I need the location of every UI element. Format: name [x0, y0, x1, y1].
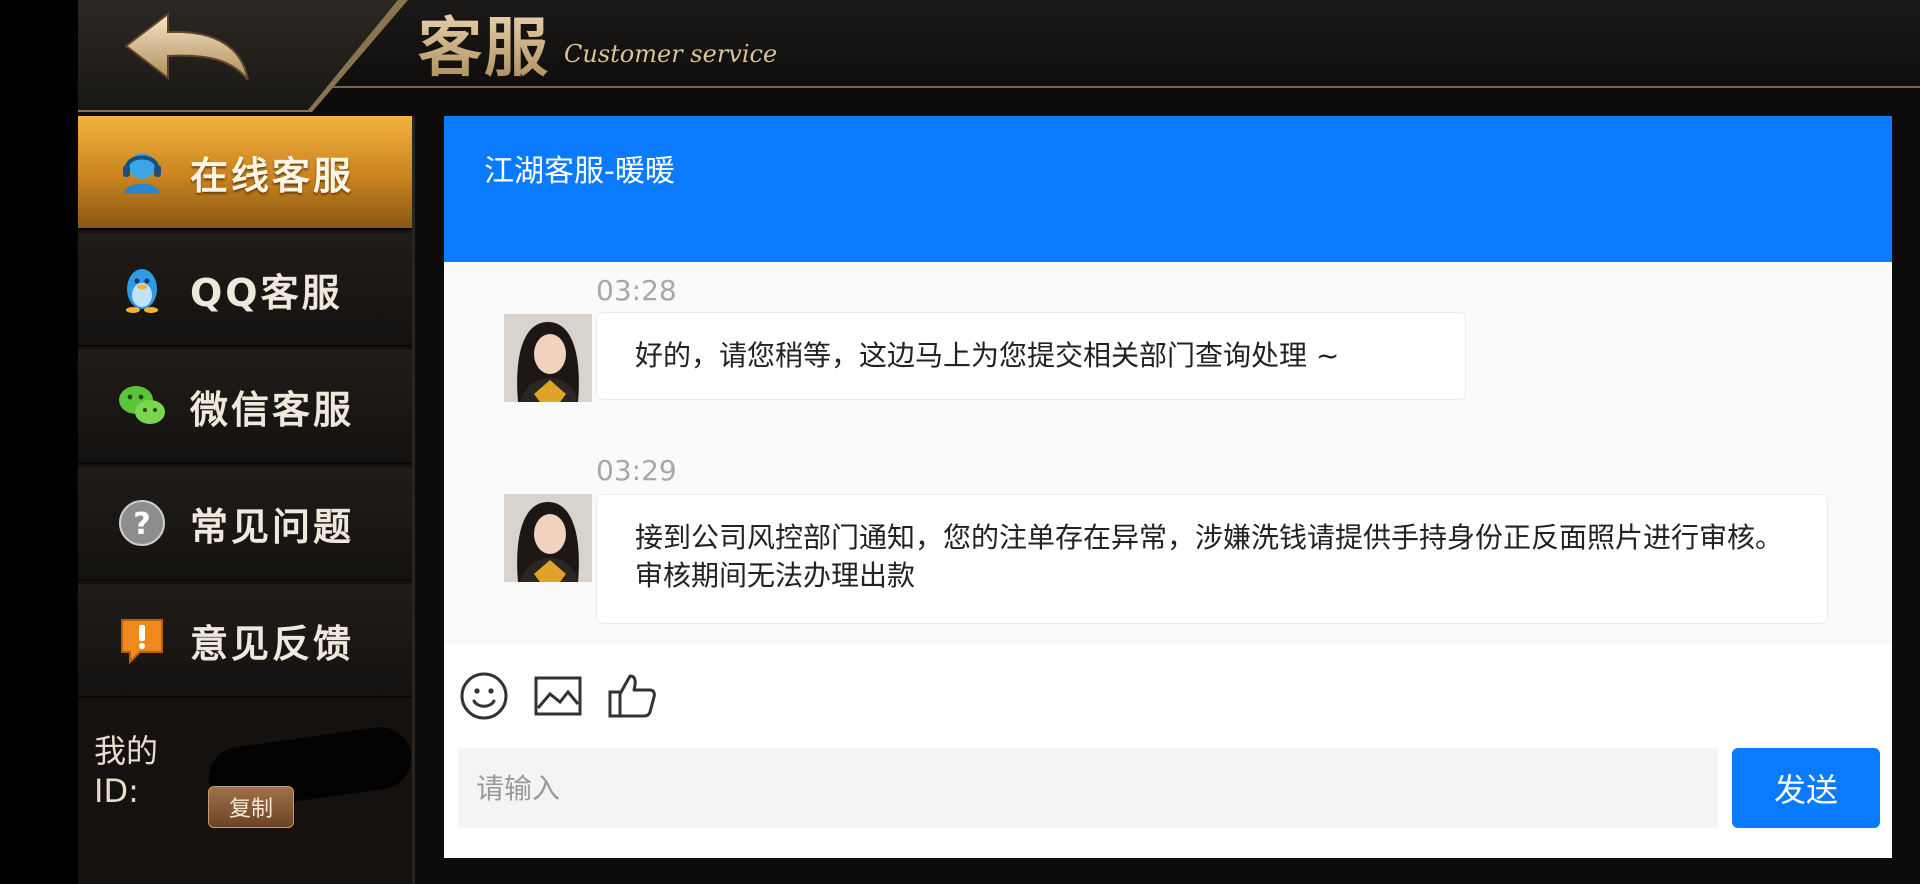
question-icon: ? — [116, 497, 168, 549]
chat-header: 江湖客服-暖暖 — [444, 116, 1892, 262]
sidebar-item-wechat-service[interactable]: 微信客服 — [78, 350, 412, 464]
send-button[interactable]: 发送 — [1732, 748, 1880, 828]
back-arrow-icon — [124, 11, 249, 81]
message-time: 03:29 — [596, 454, 677, 487]
page-title-en: Customer service — [564, 40, 778, 68]
page-title-cn: 客服 — [418, 0, 550, 89]
header-bar: 客服 Customer service — [78, 0, 1920, 112]
avatar-portrait-icon — [504, 314, 592, 402]
sidebar-item-qq-service[interactable]: QQ客服 — [78, 233, 412, 347]
thumbs-up-button[interactable] — [606, 670, 658, 722]
image-icon — [534, 676, 582, 716]
sidebar-item-label: 常见问题 — [190, 504, 355, 549]
svg-text:?: ? — [133, 507, 150, 542]
app-window: 客服 Customer service 在线客服 QQ客服 微信客服 ? 常见问… — [78, 0, 1920, 884]
message-text: 好的，请您稍等，这边马上为您提交相关部门查询处理 ~ — [635, 339, 1340, 372]
message-text: 接到公司风控部门通知，您的注单存在异常，涉嫌洗钱请提供手持身份正反面照片进行审核… — [635, 521, 1784, 592]
agent-avatar — [504, 314, 592, 402]
thumbs-up-icon — [608, 674, 656, 718]
copy-id-button[interactable]: 复制 — [208, 786, 294, 828]
back-button[interactable] — [118, 8, 258, 88]
sidebar: 在线客服 QQ客服 微信客服 ? 常见问题 意见反馈 我的ID: 复制 — [78, 116, 416, 884]
message-time: 03:28 — [596, 274, 677, 307]
message-list[interactable]: 03:28 好的，请您稍等，这边马上为您提交相关部门查询处理 ~ 03:29 接… — [444, 262, 1892, 645]
sidebar-item-label: QQ客服 — [190, 270, 343, 315]
my-id-label: 我的ID: — [94, 732, 159, 810]
avatar-portrait-icon — [504, 494, 592, 582]
message-input[interactable] — [458, 748, 1718, 828]
message-bubble: 好的，请您稍等，这边马上为您提交相关部门查询处理 ~ — [596, 312, 1466, 400]
qq-penguin-icon — [116, 263, 168, 315]
chat-title: 江湖客服-暖暖 — [484, 154, 675, 189]
sidebar-item-label: 意见反馈 — [190, 621, 355, 666]
image-button[interactable] — [532, 670, 584, 722]
sidebar-item-online-service[interactable]: 在线客服 — [78, 116, 412, 230]
sidebar-item-faq[interactable]: ? 常见问题 — [78, 467, 412, 581]
wechat-icon — [116, 380, 168, 432]
sidebar-item-label: 在线客服 — [190, 153, 355, 198]
message-bubble: 接到公司风控部门通知，您的注单存在异常，涉嫌洗钱请提供手持身份正反面照片进行审核… — [596, 494, 1828, 624]
chat-panel: 江湖客服-暖暖 03:28 好的，请您稍等，这边马上为您提交相关部门查询处理 ~… — [444, 116, 1892, 858]
agent-avatar — [504, 494, 592, 582]
input-toolbar — [444, 644, 1892, 744]
sidebar-item-feedback[interactable]: 意见反馈 — [78, 584, 412, 698]
emoji-button[interactable] — [458, 670, 510, 722]
headset-icon — [116, 146, 168, 198]
sidebar-item-label: 微信客服 — [190, 387, 355, 432]
emoji-icon — [460, 672, 508, 720]
page-title: 客服 Customer service — [418, 0, 777, 86]
feedback-icon — [116, 614, 168, 666]
